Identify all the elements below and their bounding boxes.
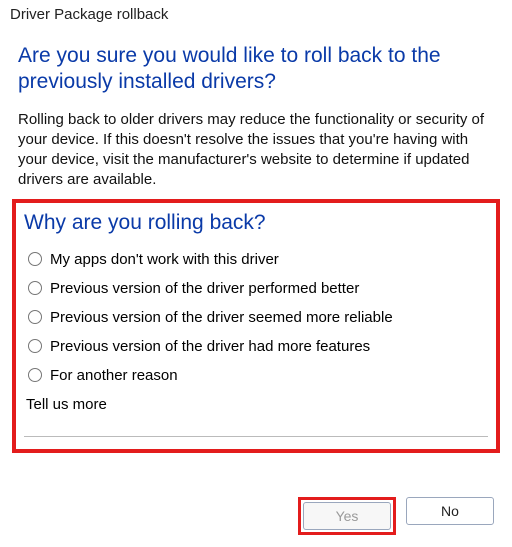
reason-option-2[interactable]: Previous version of the driver seemed mo…	[28, 309, 488, 326]
yes-button-highlight: Yes	[298, 497, 396, 535]
reason-label-1: Previous version of the driver performed…	[50, 280, 359, 297]
reason-radio-3[interactable]	[28, 339, 42, 353]
reason-option-0[interactable]: My apps don't work with this driver	[28, 251, 488, 268]
window-title: Driver Package rollback	[0, 0, 512, 25]
reason-option-4[interactable]: For another reason	[28, 367, 488, 384]
no-button-wrap: No	[406, 497, 494, 535]
reason-option-1[interactable]: Previous version of the driver performed…	[28, 280, 488, 297]
dialog-content: Are you sure you would like to roll back…	[0, 25, 512, 453]
reason-radio-2[interactable]	[28, 310, 42, 324]
reason-radio-4[interactable]	[28, 368, 42, 382]
tell-us-more-label: Tell us more	[26, 396, 488, 413]
survey-heading: Why are you rolling back?	[24, 211, 488, 235]
reason-label-0: My apps don't work with this driver	[50, 251, 279, 268]
reason-label-2: Previous version of the driver seemed mo…	[50, 309, 393, 326]
tell-us-more-input[interactable]	[24, 417, 488, 437]
dialog-window: Driver Package rollback Are you sure you…	[0, 0, 512, 547]
warning-description: Rolling back to older drivers may reduce…	[18, 110, 494, 191]
survey-box: Why are you rolling back? My apps don't …	[12, 199, 500, 453]
yes-button[interactable]: Yes	[303, 502, 391, 530]
no-button[interactable]: No	[406, 497, 494, 525]
reason-option-3[interactable]: Previous version of the driver had more …	[28, 338, 488, 355]
dialog-button-row: Yes No	[298, 497, 494, 535]
reason-radio-1[interactable]	[28, 281, 42, 295]
confirmation-heading: Are you sure you would like to roll back…	[18, 43, 494, 96]
reason-label-4: For another reason	[50, 367, 178, 384]
reason-radio-0[interactable]	[28, 252, 42, 266]
reason-label-3: Previous version of the driver had more …	[50, 338, 370, 355]
